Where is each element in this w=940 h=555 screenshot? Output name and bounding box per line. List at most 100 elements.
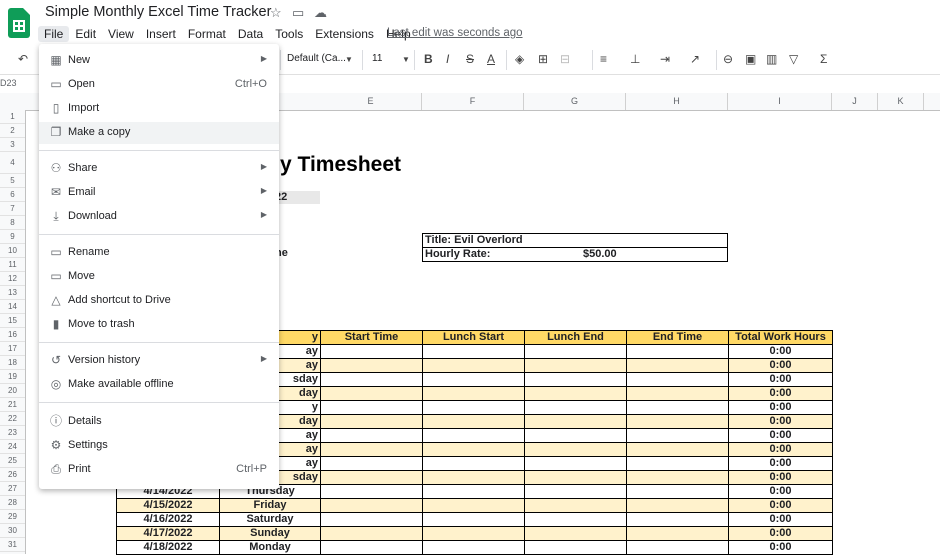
day-cell[interactable]: Friday [219, 498, 321, 513]
row-header[interactable]: 3 [0, 138, 25, 152]
time-cell[interactable] [626, 540, 729, 555]
font-size-select[interactable]: 11 [372, 53, 382, 64]
total-hours-cell[interactable]: 0:00 [728, 540, 833, 555]
text-color-icon[interactable]: A [487, 52, 495, 66]
total-hours-cell[interactable]: 0:00 [728, 400, 833, 415]
row-header[interactable]: 23 [0, 426, 25, 440]
date-cell[interactable]: 4/16/2022 [116, 512, 220, 527]
menu-item-open[interactable]: ▭ Open Ctrl+O [39, 74, 279, 96]
functions-icon[interactable]: Σ [820, 52, 827, 66]
time-cell[interactable] [320, 470, 423, 485]
time-cell[interactable] [524, 442, 627, 457]
sheets-logo-icon[interactable] [8, 8, 30, 38]
menu-item-import[interactable]: ▯ Import [39, 98, 279, 120]
time-cell[interactable] [320, 498, 423, 513]
time-cell[interactable] [320, 344, 423, 359]
time-cell[interactable] [524, 386, 627, 401]
time-cell[interactable] [320, 428, 423, 443]
time-cell[interactable] [320, 540, 423, 555]
document-title[interactable]: Simple Monthly Excel Time Tracker [45, 4, 271, 20]
column-title-cell[interactable]: Start Time [320, 330, 423, 345]
menu-view[interactable]: View [102, 26, 140, 42]
text-rotation-icon[interactable]: ↗ [690, 52, 700, 66]
total-hours-cell[interactable]: 0:00 [728, 428, 833, 443]
time-cell[interactable] [422, 400, 525, 415]
column-header-e[interactable]: E [320, 93, 422, 110]
time-cell[interactable] [524, 400, 627, 415]
time-cell[interactable] [422, 428, 525, 443]
time-cell[interactable] [524, 456, 627, 471]
strikethrough-icon[interactable]: S [466, 52, 474, 66]
text-wrap-icon[interactable]: ⇥ [660, 52, 670, 66]
time-cell[interactable] [422, 372, 525, 387]
time-cell[interactable] [422, 358, 525, 373]
insert-link-icon[interactable]: ⊖ [723, 52, 733, 66]
menu-item-rename[interactable]: ▭ Rename [39, 242, 279, 264]
date-cell[interactable]: 4/17/2022 [116, 526, 220, 541]
time-cell[interactable] [524, 498, 627, 513]
menu-item-make-a-copy[interactable]: ❐ Make a copy [39, 122, 279, 144]
time-cell[interactable] [626, 358, 729, 373]
column-header-g[interactable]: G [524, 93, 626, 110]
row-header[interactable]: 29 [0, 510, 25, 524]
time-cell[interactable] [422, 484, 525, 499]
time-cell[interactable] [524, 484, 627, 499]
time-cell[interactable] [422, 386, 525, 401]
time-cell[interactable] [320, 484, 423, 499]
menu-item-details[interactable]: ⓘ Details [39, 411, 279, 433]
menu-item-share[interactable]: ⚇ Share ▶ [39, 158, 279, 180]
font-family-select[interactable]: Default (Ca... [287, 53, 346, 64]
column-title-cell[interactable]: End Time [626, 330, 729, 345]
row-header[interactable]: 11 [0, 258, 25, 272]
borders-icon[interactable]: ⊞ [538, 52, 548, 66]
time-cell[interactable] [422, 456, 525, 471]
menu-item-move[interactable]: ▭ Move [39, 266, 279, 288]
row-header[interactable]: 30 [0, 524, 25, 538]
row-header[interactable]: 31 [0, 538, 25, 552]
column-title-cell[interactable]: Lunch Start [422, 330, 525, 345]
row-header[interactable]: 27 [0, 482, 25, 496]
column-title-cell[interactable]: Total Work Hours [728, 330, 833, 345]
time-cell[interactable] [626, 484, 729, 499]
undo-icon[interactable]: ↶ [18, 52, 28, 66]
row-header[interactable]: 6 [0, 188, 25, 202]
time-cell[interactable] [524, 512, 627, 527]
month-cell[interactable]: 22 [275, 191, 320, 204]
vertical-align-icon[interactable]: ⊥ [630, 52, 640, 66]
time-cell[interactable] [626, 400, 729, 415]
row-header[interactable]: 24 [0, 440, 25, 454]
time-cell[interactable] [422, 470, 525, 485]
row-header[interactable]: 2 [0, 124, 25, 138]
column-header-f[interactable]: F [422, 93, 524, 110]
row-header[interactable]: 15 [0, 314, 25, 328]
title-cell[interactable]: Title: Evil Overlord [422, 233, 728, 248]
italic-icon[interactable]: I [446, 52, 449, 66]
total-hours-cell[interactable]: 0:00 [728, 498, 833, 513]
menu-item-make-available-offline[interactable]: ◎ Make available offline [39, 374, 279, 396]
hourly-rate-cell[interactable]: Hourly Rate: $50.00 [422, 247, 728, 262]
total-hours-cell[interactable]: 0:00 [728, 344, 833, 359]
row-header[interactable]: 4 [0, 152, 25, 174]
column-header-j[interactable]: J [832, 93, 878, 110]
time-cell[interactable] [524, 414, 627, 429]
time-cell[interactable] [320, 358, 423, 373]
menu-data[interactable]: Data [232, 26, 269, 42]
menu-file[interactable]: File [38, 26, 70, 42]
time-cell[interactable] [626, 386, 729, 401]
date-cell[interactable]: 4/15/2022 [116, 498, 220, 513]
day-cell[interactable]: Saturday [219, 512, 321, 527]
horizontal-align-icon[interactable]: ≡ [600, 52, 607, 66]
menu-item-add-shortcut-to-drive[interactable]: △ Add shortcut to Drive [39, 290, 279, 312]
time-cell[interactable] [626, 442, 729, 457]
time-cell[interactable] [626, 428, 729, 443]
menu-format[interactable]: Format [182, 26, 232, 42]
menu-item-email[interactable]: ✉ Email ▶ [39, 182, 279, 204]
row-header[interactable]: 5 [0, 174, 25, 188]
star-icon[interactable]: ☆ [270, 5, 282, 21]
time-cell[interactable] [524, 358, 627, 373]
time-cell[interactable] [422, 344, 525, 359]
day-cell[interactable]: Sunday [219, 526, 321, 541]
total-hours-cell[interactable]: 0:00 [728, 470, 833, 485]
filter-icon[interactable]: ▽ [789, 52, 798, 66]
time-cell[interactable] [626, 414, 729, 429]
